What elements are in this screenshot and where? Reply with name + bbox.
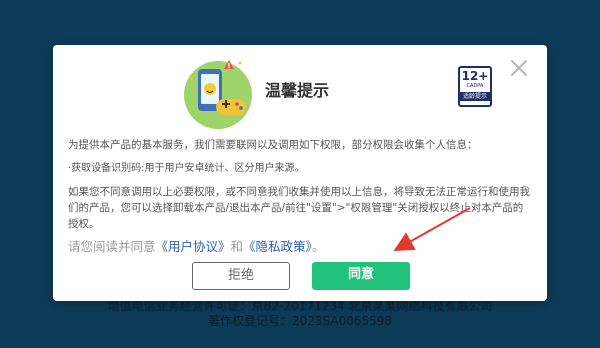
close-icon[interactable] — [508, 57, 530, 79]
badge-label: 适龄提示 — [460, 92, 490, 101]
permission-intro: 为提供本产品的基本服务，我们需要联网以及调用如下权限，部分权限会收集个人信息： — [68, 139, 478, 151]
agreement-prefix: 请您阅读并同意 — [68, 239, 156, 254]
user-agreement-link[interactable]: 《用户协议》 — [156, 239, 231, 254]
reject-button[interactable]: 拒绝 — [192, 262, 290, 290]
badge-org: CADPA — [466, 83, 484, 89]
permission-consequence: 如果您不同意调用以上必要权限，或不同意我们收集并使用以上信息，将导致无法正常运行… — [68, 186, 530, 230]
privacy-dialog: 温馨提示 12+ CADPA 适龄提示 为提供本产品的基本服务，我们需要联网以及… — [53, 45, 547, 301]
privacy-policy-link[interactable]: 《隐私政策》 — [243, 239, 312, 254]
accept-button[interactable]: 同意 — [312, 262, 410, 290]
background-footer-line2: 著作权登记号：2023SA0065598 — [207, 314, 393, 328]
agreement-and: 和 — [230, 239, 244, 254]
dialog-title: 温馨提示 — [265, 81, 330, 100]
badge-age: 12+ — [461, 69, 489, 83]
age-rating-badge: 12+ CADPA 适龄提示 — [458, 66, 492, 107]
agreement-line: 请您阅读并同意《用户协议》和《隐私政策》。 — [68, 236, 324, 255]
phone-gamepad-icon — [184, 60, 252, 129]
permission-item: ·获取设备识别码:用于用户安卓统计、区分用户来源。 — [68, 163, 305, 174]
agreement-suffix: 。 — [311, 239, 325, 254]
